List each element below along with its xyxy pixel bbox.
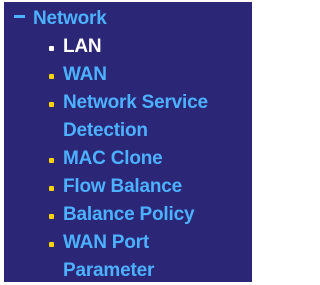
- sidebar-item-balance-policy[interactable]: Balance Policy: [4, 201, 208, 229]
- bullet-icon: [49, 158, 54, 163]
- bullet-icon: [49, 186, 54, 191]
- sidebar-item-label: LAN: [63, 36, 102, 57]
- sidebar-item-wan[interactable]: WAN: [4, 61, 208, 89]
- sidebar-item-label-line-2: Detection: [63, 120, 148, 141]
- submenu-list: LAN WAN Network Service Detection MAC Cl…: [4, 33, 208, 285]
- bullet-icon: [49, 214, 54, 219]
- sidebar-item-label: Balance Policy: [63, 204, 195, 225]
- bullet-icon: [49, 102, 54, 107]
- bullet-icon: [49, 242, 54, 247]
- bullet-icon: [49, 74, 54, 79]
- sidebar-item-wan-port-parameter[interactable]: WAN Port Parameter: [4, 229, 208, 285]
- sidebar-item-label: WAN Port: [63, 232, 150, 253]
- sidebar-item-mac-clone[interactable]: MAC Clone: [4, 145, 208, 173]
- sidebar-item-lan[interactable]: LAN: [4, 33, 208, 61]
- collapse-icon[interactable]: [14, 15, 25, 19]
- bullet-icon: [49, 46, 54, 51]
- sidebar-item-label: MAC Clone: [63, 148, 163, 169]
- sidebar-item-label: WAN: [63, 64, 107, 85]
- sidebar-item-label: Network Service: [63, 92, 208, 113]
- sidebar-item-label-line-2: Parameter: [63, 260, 155, 281]
- menu-group-label: Network: [33, 8, 107, 29]
- sidebar-item-flow-balance[interactable]: Flow Balance: [4, 173, 208, 201]
- sidebar-menu: Network LAN WAN Network Service Detectio…: [4, 2, 252, 282]
- sidebar-item-label: Flow Balance: [63, 176, 183, 197]
- sidebar-item-network-service-detection[interactable]: Network Service Detection: [4, 89, 208, 145]
- menu-group-network[interactable]: Network: [14, 5, 107, 33]
